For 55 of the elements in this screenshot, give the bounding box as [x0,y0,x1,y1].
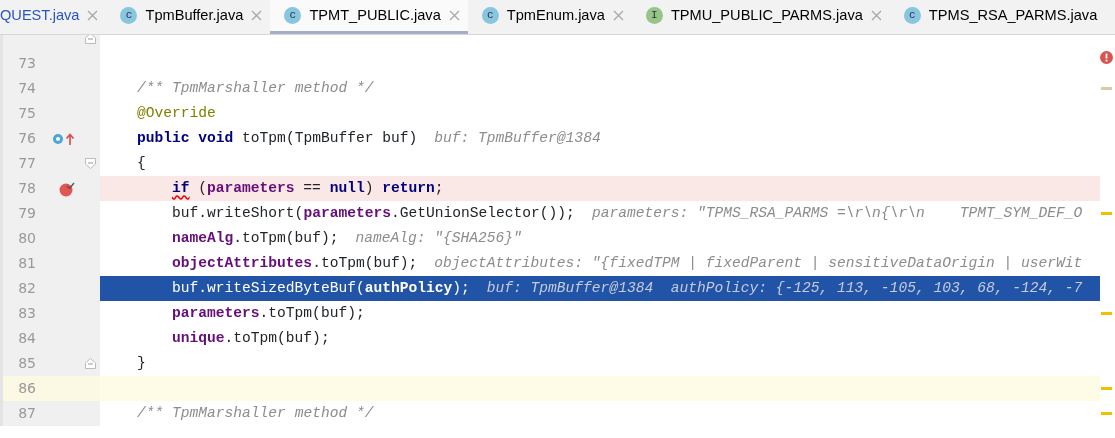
code-line: unique.toTpm(buf); [172,328,330,348]
line-number: 87 [17,404,36,423]
line-number: 73 [17,54,36,73]
editor-tab[interactable]: I TPMU_PUBLIC_PARMS.java [631,0,890,34]
class-icon: c [481,7,499,24]
fold-marker-icon[interactable] [84,158,96,169]
line-number: 79 [17,204,36,223]
editor-tab[interactable]: c TPMS_RSA_PARMS.java [889,0,1106,34]
code-line: } [137,353,146,373]
close-icon[interactable] [612,10,624,21]
line-number: 75 [17,104,36,123]
fold-marker-icon[interactable] [84,358,96,369]
code-line: nameAlg.toTpm(buf); [172,228,339,248]
line-number: 77 [17,154,36,173]
line-number: 85 [17,354,36,373]
code-line: buf.writeSizedByteBuf(authPolicy); [172,278,470,298]
editor-tab[interactable]: c TpmEnum.java [467,0,632,34]
inline-value-hint: buf: TpmBuffer@1384 authPolicy: {-125, 113, -105, 103, 68, -124, -7 [486,278,1083,298]
class-icon: c [903,7,921,24]
line-number: 84 [17,329,36,348]
inline-value-hint: objectAttributes: "{fixedTPM | fixedParent | sensitiveDataOrigin | userWit [434,253,1083,273]
inline-value-hint: parameters: "TPMS_RSA_PARMS =\r\n{\r\n TPMT_SYM_DEF_O [591,203,1083,223]
inline-value-hint: nameAlg: "{SHA256}" [355,228,522,248]
code-line: if (parameters == null) return; [172,178,444,198]
editor-tab[interactable]: c TpmBuffer.java [106,0,271,34]
code-line: /** TpmMarshaller method */ [137,403,374,423]
code-line: public void toTpm(TpmBuffer buf) [137,128,418,148]
interface-icon: I [645,7,663,24]
line-number: 74 [17,79,36,98]
line-number: 86 [17,379,36,398]
close-icon[interactable] [251,10,263,21]
code-line: { [137,153,146,173]
close-icon[interactable] [87,10,99,21]
line-number: 82 [17,279,36,298]
code-line: /** TpmMarshaller method */ [137,78,374,98]
code-line: parameters.toTpm(buf); [172,303,365,323]
code-line: buf.writeShort(parameters.GetUnionSelector()); [172,203,575,223]
line-number: 81 [17,254,36,273]
editor-tab[interactable]: c TPMT_PUBLIC.java [270,0,468,34]
error-icon[interactable] [1100,51,1115,64]
inline-value-hint: buf: TpmBuffer@1384 [434,128,601,148]
code-line: @Override [137,103,216,123]
line-number: 78 [17,179,36,198]
line-number: 83 [17,304,36,323]
line-number: 80 [17,229,36,248]
close-icon[interactable] [448,10,460,21]
class-icon: c [120,7,138,24]
breakpoint-icon[interactable] [58,180,76,197]
code-line: objectAttributes.toTpm(buf); [172,253,418,273]
class-icon: c [284,7,302,24]
line-number: 76 [17,129,36,148]
fold-marker-icon[interactable] [84,35,96,44]
close-icon[interactable] [870,10,882,21]
editor-tab[interactable]: QUEST.java [0,0,107,34]
override-marker-icon[interactable] [52,131,76,146]
